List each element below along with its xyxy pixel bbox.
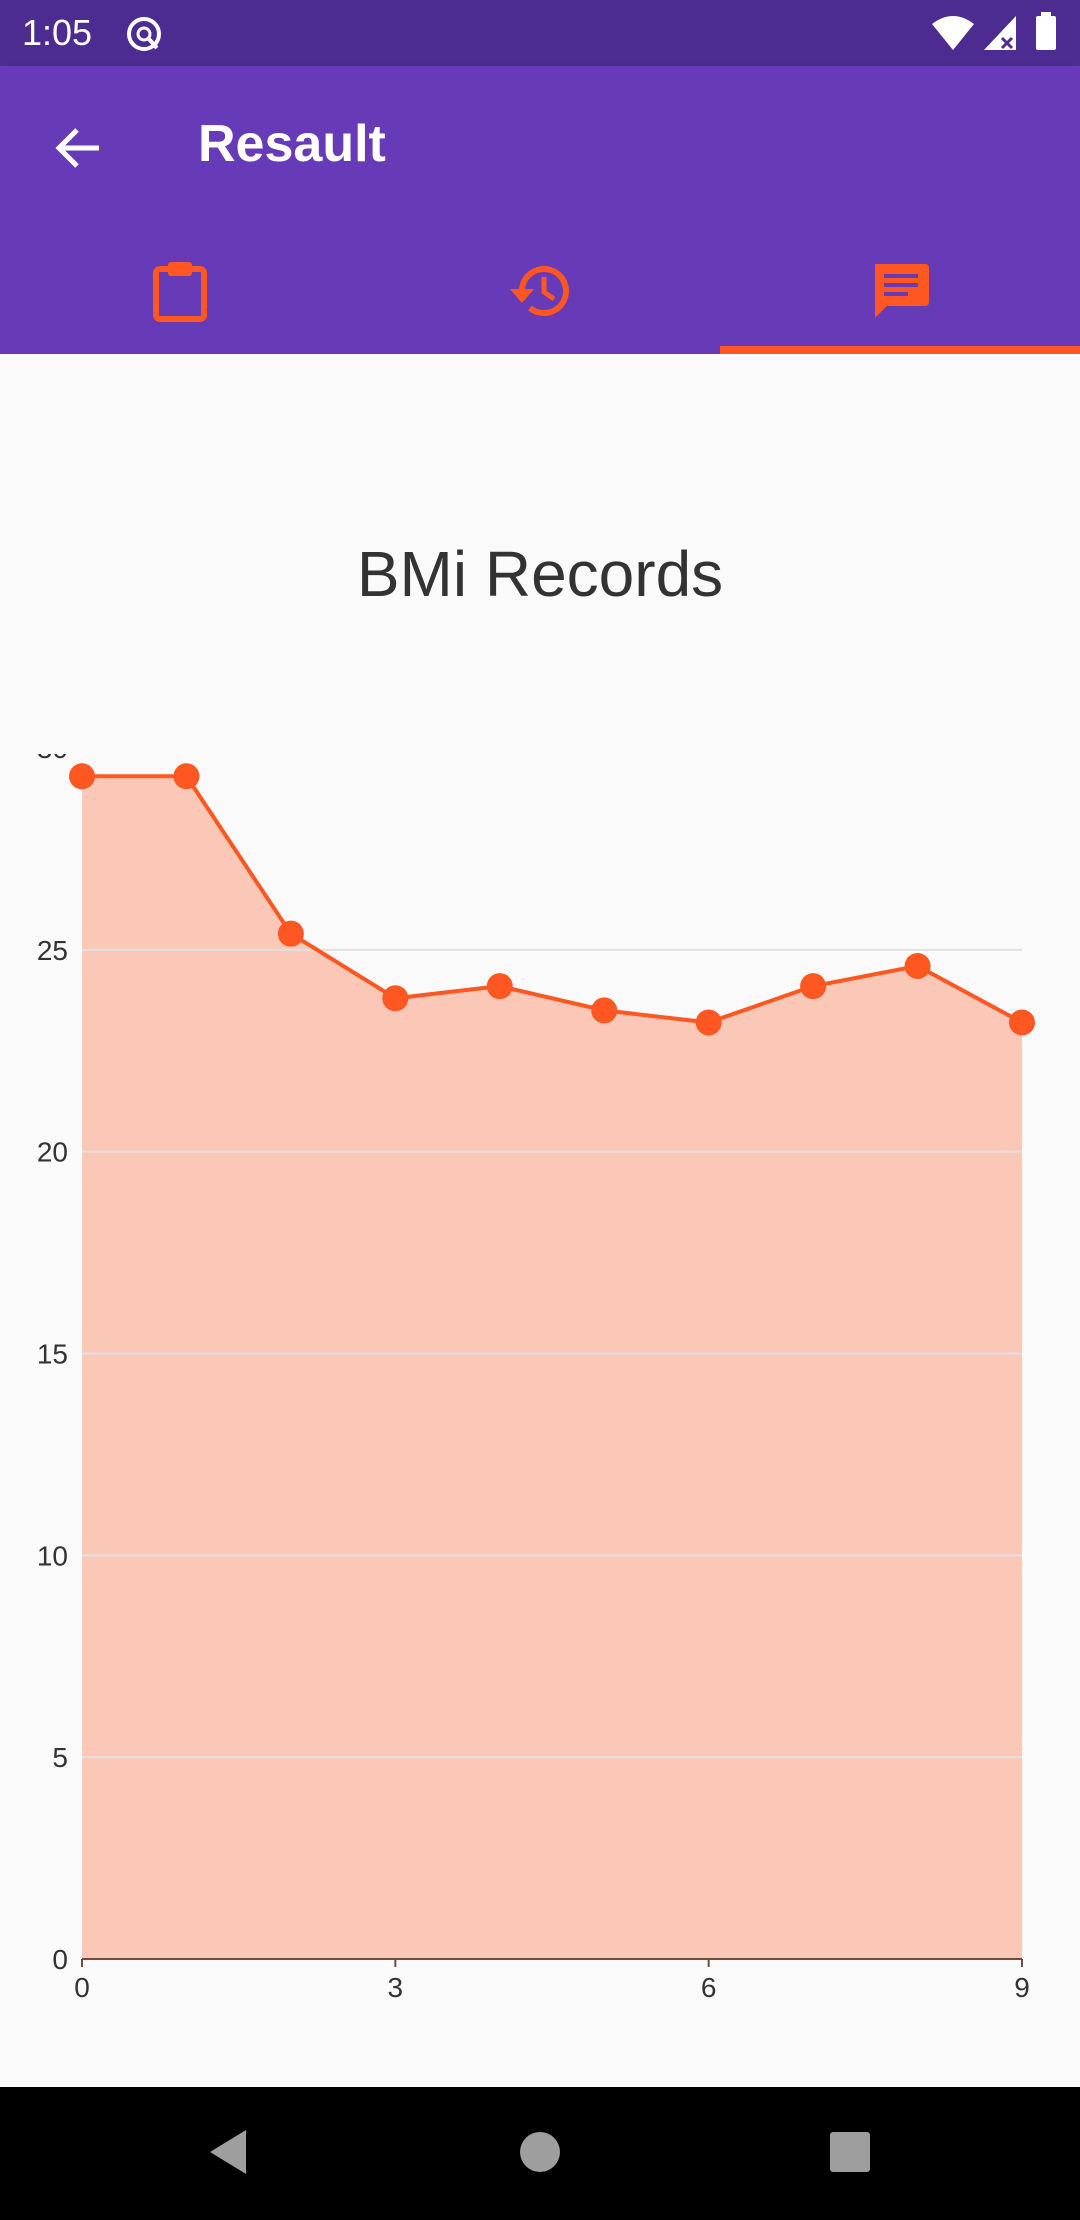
y-tick-label: 20	[37, 1137, 68, 1168]
data-point	[69, 763, 95, 790]
tab-bar	[0, 232, 1080, 354]
status-time: 1:05	[22, 12, 93, 53]
y-tick-label: 30	[37, 754, 68, 764]
data-point	[382, 985, 409, 1012]
data-point	[277, 920, 304, 947]
tab-selected-indicator	[720, 346, 1080, 354]
battery-icon	[1034, 12, 1058, 57]
recents-square-icon	[828, 2130, 872, 2179]
data-point	[173, 763, 200, 790]
wifi-icon	[930, 14, 976, 57]
home-circle-icon	[518, 2130, 562, 2179]
back-button[interactable]	[38, 110, 118, 190]
data-point	[591, 997, 618, 1024]
status-bar: 1:05	[0, 0, 1080, 66]
data-point	[800, 973, 827, 1000]
x-tick-label: 3	[388, 1972, 404, 2003]
bmi-chart: 0 5 10 15 20 25 30 0 3 6 9	[37, 754, 1035, 2003]
series-area	[82, 776, 1022, 1960]
chart-page: BMi Records 0 5 10 15 20 25 30 0 3 6 9	[0, 354, 1080, 2087]
chart-title: BMi Records	[356, 538, 724, 610]
data-point	[904, 952, 931, 979]
back-triangle-icon	[206, 2128, 250, 2181]
arrow-back-icon	[53, 123, 103, 178]
cell-signal-icon	[982, 14, 1018, 57]
nav-back-button[interactable]	[188, 2117, 268, 2191]
x-tick-label: 0	[74, 1972, 90, 2003]
message-icon	[869, 260, 931, 327]
tab-history[interactable]	[360, 232, 720, 354]
tab-clipboard[interactable]	[0, 232, 360, 354]
page-title: Resault	[198, 115, 386, 173]
history-icon	[508, 261, 572, 326]
y-tick-label: 10	[37, 1540, 68, 1571]
sync-circle-icon	[124, 14, 166, 59]
y-tick-label: 5	[52, 1742, 68, 1773]
data-point	[1009, 1009, 1035, 1036]
y-tick-label: 0	[52, 1944, 68, 1975]
data-point	[486, 973, 513, 1000]
y-tick-label: 15	[37, 1339, 68, 1370]
x-tick-label: 9	[1014, 1972, 1030, 2003]
app-bar: Resault	[0, 66, 1080, 354]
nav-recents-button[interactable]	[810, 2117, 890, 2191]
nav-home-button[interactable]	[500, 2117, 580, 2191]
x-tick-label: 6	[701, 1972, 717, 2003]
data-point	[695, 1009, 722, 1036]
system-nav-bar	[0, 2087, 1080, 2220]
tab-messages[interactable]	[720, 232, 1080, 354]
clipboard-icon	[150, 259, 210, 328]
y-tick-label: 25	[37, 935, 68, 966]
